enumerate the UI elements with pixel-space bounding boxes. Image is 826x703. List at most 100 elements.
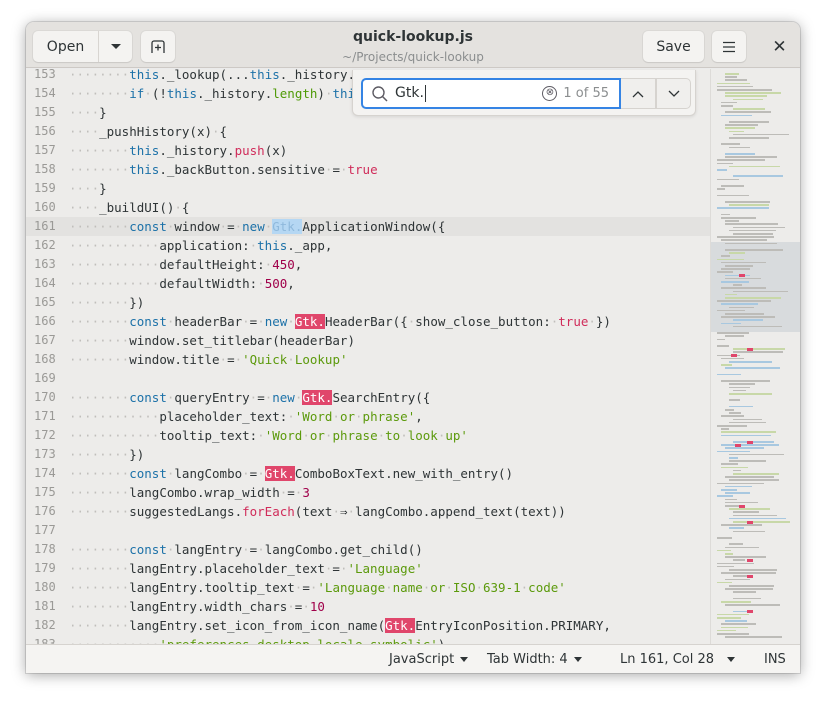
tab-width-selector[interactable]: Tab Width: 4	[487, 645, 582, 673]
code-line[interactable]: 172 ············tooltip_text:·'Word·or·ph…	[26, 426, 710, 445]
code-line[interactable]: 181 ········langEntry.width_chars·=·10	[26, 597, 710, 616]
code-line[interactable]: 176 ········suggestedLangs.forEach(text·⇒…	[26, 502, 710, 521]
code-line[interactable]: 165 ········})	[26, 293, 710, 312]
minimap-line	[729, 165, 781, 168]
whitespace-indicator: ········	[69, 86, 130, 101]
code-line[interactable]: 167 ········window.set_titlebar(headerBar…	[26, 331, 710, 350]
search-icon	[372, 85, 388, 102]
language-selector[interactable]: JavaScript	[389, 645, 469, 673]
code-token: })	[129, 295, 145, 310]
save-button[interactable]: Save	[643, 31, 704, 62]
code-token: const	[129, 390, 167, 405]
line-number: 156	[34, 124, 56, 138]
minimap-line	[729, 412, 742, 414]
minimap-line	[721, 239, 767, 241]
line-code: ········suggestedLangs.forEach(text·⇒·la…	[69, 502, 566, 521]
open-button[interactable]: Open	[33, 31, 99, 62]
hamburger-menu-icon	[723, 41, 735, 52]
code-line[interactable]: 182 ········langEntry.set_icon_from_icon_…	[26, 616, 710, 635]
code-line[interactable]: 179 ········langEntry.placeholder_text·=·…	[26, 559, 710, 578]
code-token: 'Word·or·phrase·to·look·up'	[264, 428, 468, 443]
whitespace-indicator: ········	[69, 295, 130, 310]
previous-match-button[interactable]	[621, 78, 656, 109]
minimap-line	[721, 143, 740, 145]
code-token: }	[99, 105, 107, 120]
window-title-block: quick-lookup.js ~/Projects/quick-lookup	[276, 28, 550, 65]
code-line[interactable]: 163 ············defaultHeight:·450,	[26, 255, 710, 274]
minimap-line	[725, 553, 734, 555]
code-line[interactable]: 159 ····}	[26, 179, 710, 198]
code-line[interactable]: 180 ········langEntry.tooltip_text·=·'Lan…	[26, 578, 710, 597]
go-to-line-dropdown[interactable]	[727, 645, 735, 673]
open-recent-dropdown[interactable]	[99, 31, 132, 62]
clear-search-icon[interactable]: ⊗	[542, 86, 558, 101]
next-match-button[interactable]	[656, 78, 691, 109]
line-number: 163	[34, 257, 56, 271]
minimap-line	[725, 620, 747, 622]
close-window-button[interactable]: ✕	[764, 31, 795, 62]
minimap[interactable]	[710, 69, 800, 644]
code-line[interactable]: 161 ········const·window·=·new·Gtk.Applic…	[26, 217, 710, 236]
line-code: ········const·langEntry·=·langCombo.get_…	[69, 540, 423, 559]
code-token: 10	[309, 599, 325, 614]
chevron-down-icon	[460, 656, 469, 662]
line-number: 167	[34, 333, 56, 347]
code-token: length	[272, 86, 318, 101]
code-token: new	[272, 390, 295, 405]
minimap-line	[721, 380, 770, 382]
line-number: 160	[34, 200, 56, 214]
code-line[interactable]: 157 ········this._history.push(x)	[26, 141, 710, 160]
insert-mode-indicator[interactable]: INS	[764, 645, 786, 673]
code-token: const	[129, 542, 167, 557]
code-token: application:·	[159, 238, 258, 253]
code-token: SearchEntry({	[332, 390, 431, 405]
code-line[interactable]: 183 ············'preferences-desktop-loca…	[26, 635, 710, 644]
code-token: this	[249, 69, 280, 82]
code-line[interactable]: 169	[26, 369, 710, 388]
code-line[interactable]: 173 ········})	[26, 445, 710, 464]
document-title: quick-lookup.js	[353, 29, 473, 45]
minimap-line	[717, 194, 749, 197]
minimap-line	[725, 485, 752, 488]
code-line[interactable]: 171 ············placeholder_text:·'Word·o…	[26, 407, 710, 426]
code-line[interactable]: 178 ········const·langEntry·=·langCombo.g…	[26, 540, 710, 559]
cursor-position-label: Ln 161, Col 28	[620, 651, 715, 667]
new-tab-button[interactable]	[141, 31, 175, 62]
line-code: ············application:·this._app,	[69, 236, 332, 255]
code-token: defaultHeight:·	[159, 257, 273, 272]
search-input[interactable]: Gtk.	[395, 85, 426, 102]
minimap-line	[721, 114, 752, 117]
search-match: Gtk.	[264, 466, 295, 481]
minimap-line	[721, 268, 750, 270]
minimap-line	[725, 293, 738, 296]
minimap-line	[729, 543, 743, 545]
code-token: HeaderBar({·show_close_button:·	[324, 314, 559, 329]
code-token: ComboBoxText.new_with_entry()	[294, 466, 514, 481]
code-line[interactable]: 177	[26, 521, 710, 540]
minimap-line	[717, 482, 765, 485]
line-number: 154	[34, 86, 56, 100]
line-code: ············defaultWidth:·500,	[69, 274, 295, 293]
minimap-line	[721, 261, 766, 264]
code-line[interactable]: 156 ····_pushHistory(x)·{	[26, 122, 710, 141]
main-menu-button[interactable]	[712, 31, 746, 62]
code-token: true	[558, 314, 589, 329]
whitespace-indicator: ········	[69, 219, 130, 234]
code-line[interactable]: 162 ············application:·this._app,	[26, 236, 710, 255]
search-entry[interactable]: Gtk. ⊗ 1 of 55	[361, 78, 621, 109]
code-line[interactable]: 175 ········langCombo.wrap_width·=·3	[26, 483, 710, 502]
code-line[interactable]: 164 ············defaultWidth:·500,	[26, 274, 710, 293]
code-line[interactable]: 174 ········const·langCombo·=·Gtk.ComboBo…	[26, 464, 710, 483]
code-line[interactable]: 168 ········window.title·=·'Quick·Lookup'	[26, 350, 710, 369]
code-token: ApplicationWindow({	[302, 219, 446, 234]
code-editor[interactable]: 153 ········this._lookup(...this._history…	[26, 69, 710, 644]
minimap-line	[725, 367, 781, 369]
minimap-line	[721, 524, 763, 526]
code-line[interactable]: 158 ········this._backButton.sensitive·=·…	[26, 160, 710, 179]
code-line[interactable]: 166 ········const·headerBar·=·new·Gtk.Hea…	[26, 312, 710, 331]
minimap-line	[733, 325, 782, 328]
minimap-match-marker	[739, 504, 745, 508]
code-line[interactable]: 170 ········const·queryEntry·=·new·Gtk.Se…	[26, 388, 710, 407]
code-line[interactable]: 160 ····_buildUI()·{	[26, 198, 710, 217]
code-token: this	[129, 143, 160, 158]
